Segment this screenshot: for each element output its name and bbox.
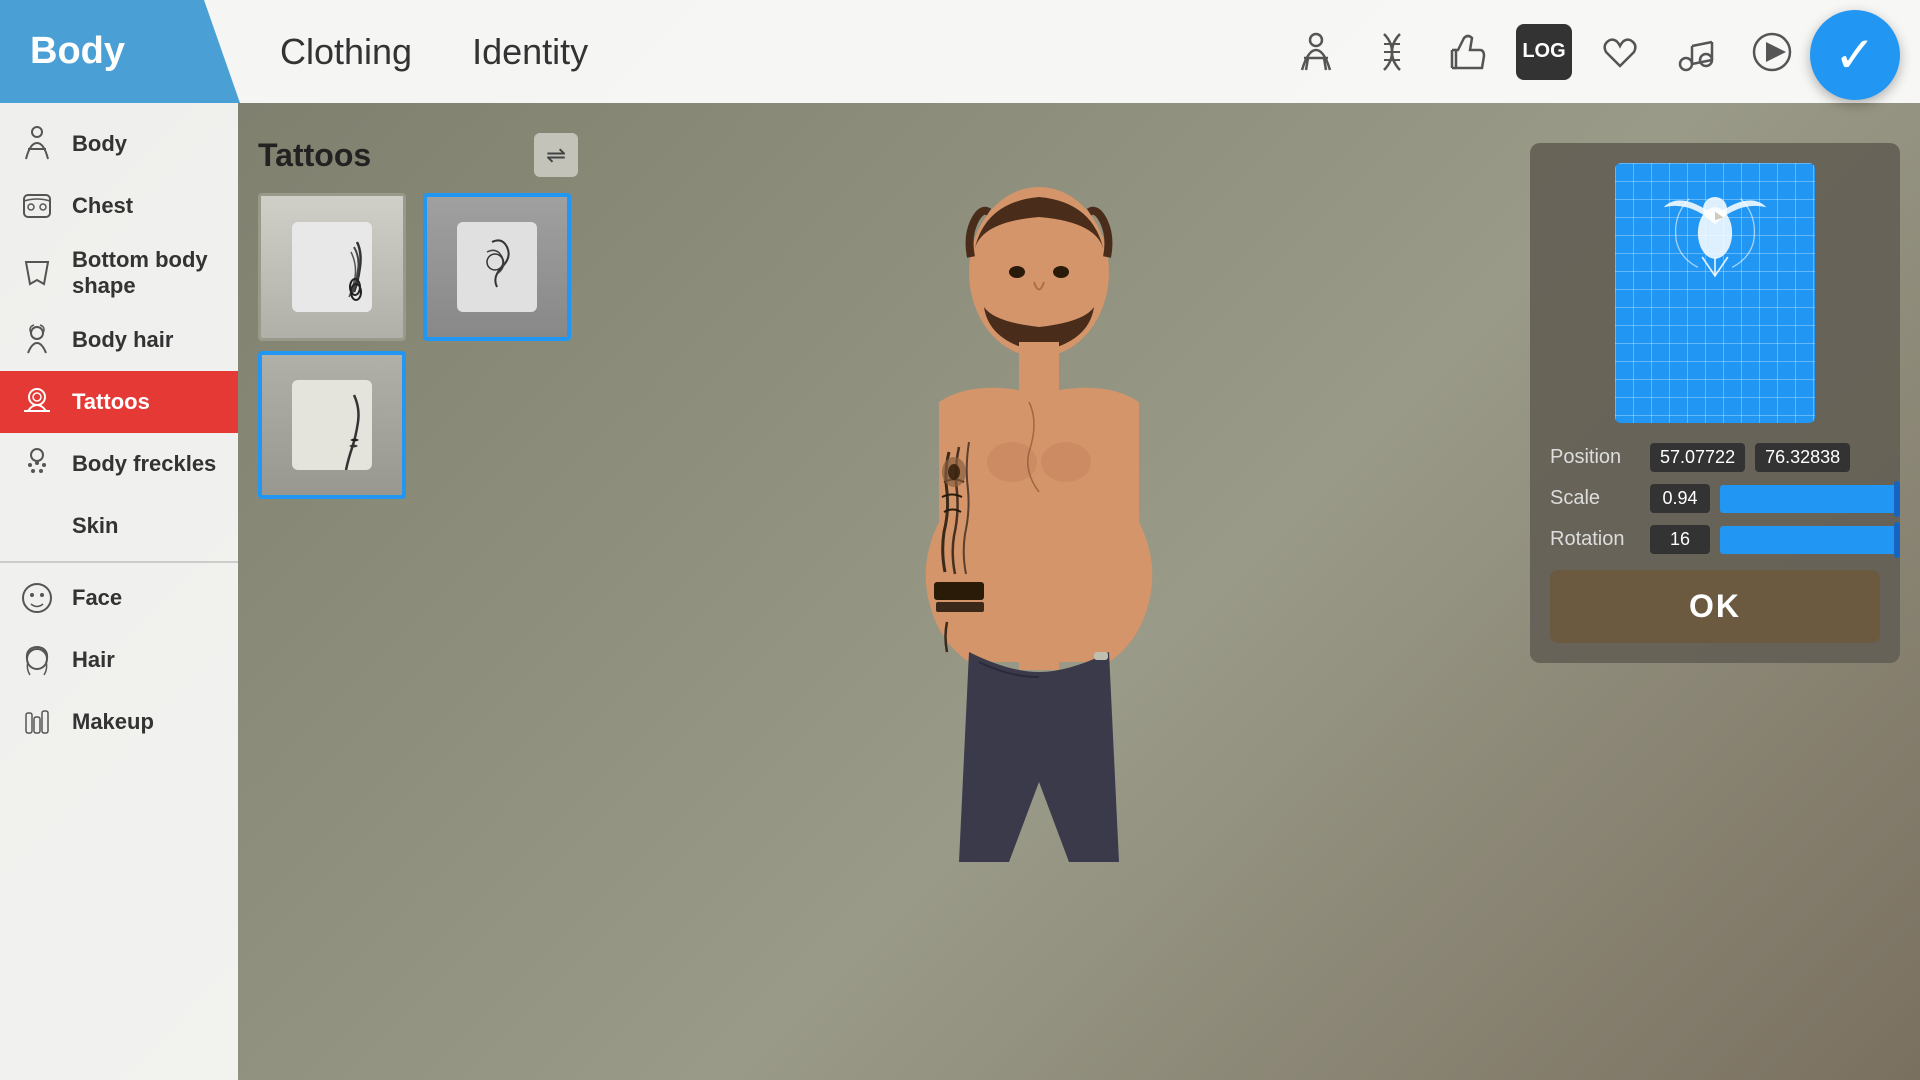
heart-icon-btn[interactable] [1592, 24, 1648, 80]
sidebar-item-bottom-body[interactable]: Bottom body shape [0, 237, 238, 309]
position-x-value[interactable]: 57.07722 [1650, 443, 1745, 472]
tattoo-thumb-3 [262, 355, 402, 495]
tattoo-item-3[interactable] [258, 351, 406, 499]
thumbs-icon-btn[interactable] [1440, 24, 1496, 80]
tattoo-item-1[interactable] [258, 193, 406, 341]
sidebar-item-tattoos[interactable]: Tattoos [0, 371, 238, 433]
confirm-button[interactable]: ✓ [1810, 10, 1900, 100]
makeup-sidebar-icon [16, 701, 58, 743]
sidebar-item-body[interactable]: Body [0, 113, 238, 175]
rotation-slider-handle[interactable] [1894, 522, 1900, 558]
sidebar-item-body-hair[interactable]: Body hair [0, 309, 238, 371]
position-y-value[interactable]: 76.32838 [1755, 443, 1850, 472]
body-icon-btn[interactable] [1288, 24, 1344, 80]
scale-value[interactable]: 0.94 [1650, 484, 1710, 513]
identity-tab[interactable]: Identity [472, 31, 588, 73]
play-icon-btn[interactable] [1744, 24, 1800, 80]
shuffle-icon: ⇌ [546, 141, 566, 170]
rotation-slider[interactable] [1720, 526, 1900, 554]
sidebar-item-skin[interactable]: Skin [0, 495, 238, 557]
tattoo-thumb-1 [261, 196, 403, 338]
shuffle-button[interactable]: ⇌ [534, 133, 578, 177]
body-sidebar-icon [16, 123, 58, 165]
position-label: Position [1550, 446, 1640, 469]
log-btn[interactable]: LOG [1516, 24, 1572, 80]
topbar-icons: LOG [1288, 24, 1800, 80]
dna-icon-btn[interactable] [1364, 24, 1420, 80]
rotation-row: Rotation 16 [1550, 525, 1900, 554]
skin-label: Skin [72, 513, 118, 539]
tattoo-thumb-2 [427, 197, 567, 337]
face-sidebar-icon [16, 577, 58, 619]
tattoo-header: Tattoos ⇌ [258, 133, 578, 177]
skin-sidebar-icon [16, 505, 58, 547]
sidebar: Body Chest Bottom body shape [0, 103, 238, 1080]
scale-label: Scale [1550, 487, 1640, 510]
scale-row: Scale 0.94 [1550, 484, 1900, 513]
topbar: Body Clothing Identity [0, 0, 1920, 103]
tattoo-edit-panel: Position 57.07722 76.32838 Scale 0.94 Ro… [1530, 143, 1900, 663]
bottom-body-label: Bottom body shape [72, 247, 222, 299]
topbar-nav: Clothing Identity [250, 31, 588, 73]
scale-slider-handle[interactable] [1894, 481, 1900, 517]
tattoo-preview [1615, 163, 1815, 423]
tattoo-panel-title: Tattoos [258, 137, 371, 174]
clothing-tab[interactable]: Clothing [280, 31, 412, 73]
checkmark-icon: ✓ [1834, 26, 1876, 84]
body-label: Body [72, 131, 127, 157]
controls: Position 57.07722 76.32838 Scale 0.94 Ro… [1550, 443, 1880, 554]
chest-label: Chest [72, 193, 133, 219]
main-content: Tattoos ⇌ [238, 103, 1920, 1080]
bottom-body-sidebar-icon [16, 252, 58, 294]
rotation-label: Rotation [1550, 528, 1640, 551]
tattoos-label: Tattoos [72, 389, 150, 415]
position-row: Position 57.07722 76.32838 [1550, 443, 1900, 472]
character-area [498, 103, 1580, 1080]
sidebar-item-chest[interactable]: Chest [0, 175, 238, 237]
sidebar-item-body-freckles[interactable]: Body freckles [0, 433, 238, 495]
scale-slider[interactable] [1720, 485, 1900, 513]
tattoo-preview-image [1655, 173, 1775, 293]
hair-label: Hair [72, 647, 115, 673]
body-freckles-sidebar-icon [16, 443, 58, 485]
body-hair-sidebar-icon [16, 319, 58, 361]
body-tab[interactable]: Body [0, 0, 240, 103]
body-tab-label: Body [30, 30, 125, 73]
face-label: Face [72, 585, 122, 611]
tattoo-item-2[interactable] [423, 193, 571, 341]
makeup-label: Makeup [72, 709, 154, 735]
sidebar-item-makeup[interactable]: Makeup [0, 691, 238, 753]
sidebar-divider [0, 561, 238, 563]
music-icon-btn[interactable] [1668, 24, 1724, 80]
hair-sidebar-icon [16, 639, 58, 681]
body-freckles-label: Body freckles [72, 451, 216, 477]
sidebar-item-hair[interactable]: Hair [0, 629, 238, 691]
tattoos-sidebar-icon [16, 381, 58, 423]
tattoo-panel: Tattoos ⇌ [258, 133, 578, 499]
tattoo-grid [258, 193, 578, 499]
ok-button[interactable]: OK [1550, 570, 1880, 643]
chest-sidebar-icon [16, 185, 58, 227]
rotation-value[interactable]: 16 [1650, 525, 1710, 554]
body-hair-label: Body hair [72, 327, 173, 353]
character-illustration [829, 162, 1249, 1022]
sidebar-item-face[interactable]: Face [0, 567, 238, 629]
